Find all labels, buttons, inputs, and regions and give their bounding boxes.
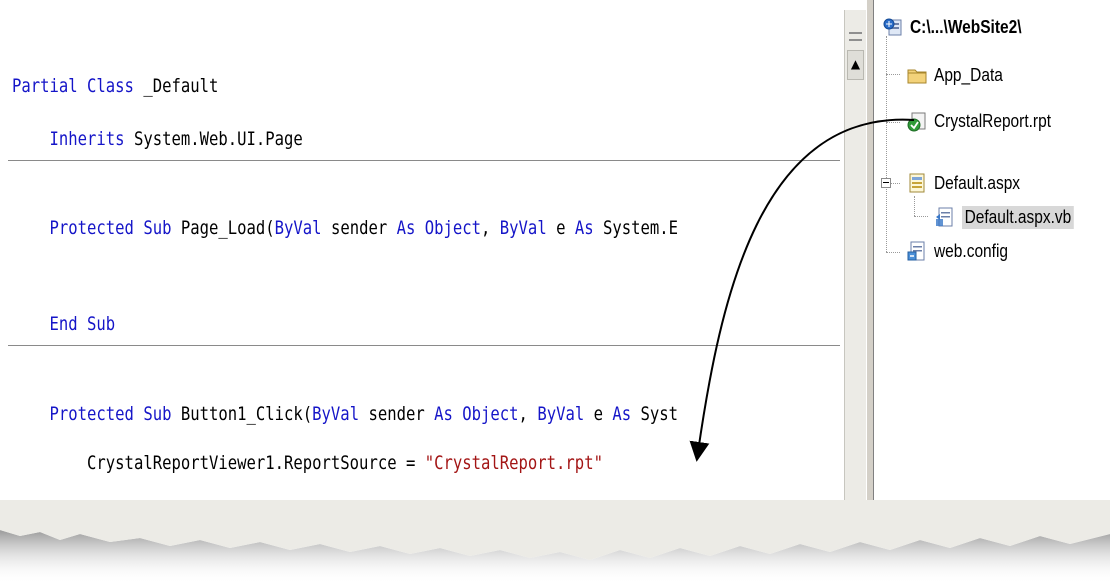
code-keyword: ByVal [274,217,322,239]
pane-divider[interactable] [866,0,874,530]
code-keyword: ByVal [537,403,585,425]
solution-icon [883,18,902,36]
screenshot-frame: Partial Class _Default Inherits System.W… [0,0,1110,584]
tree-item-label: App_Data [934,64,1003,85]
up-arrow-icon: ▲ [850,57,861,71]
tree-line [886,122,900,123]
tree-line [914,196,915,216]
config-file-icon [907,241,925,261]
vertical-scrollbar[interactable]: ▲ [844,10,867,530]
tree-item-label: CrystalReport.rpt [934,110,1052,131]
tree-line [886,252,900,253]
method-separator [8,160,840,161]
tree-root-label: C:\...\WebSite2\ [910,16,1022,37]
code-keyword: Protected Sub [12,403,172,425]
code-keyword: ByVal [312,403,360,425]
code-line[interactable]: End Sub [12,312,116,336]
code-text: Syst [631,403,679,425]
code-text: sender [321,217,397,239]
solution-explorer-tree[interactable]: C:\...\WebSite2\ App_Data CrystalReport.… [874,0,1110,530]
code-keyword: End Sub [12,313,116,335]
tree-item-app-data[interactable]: App_Data [906,60,1014,90]
method-separator [8,345,840,346]
code-text: System.Web.UI.Page [124,128,303,150]
tree-item-default-aspx[interactable]: Default.aspx [906,168,1034,198]
tree-item-crystalreport-rpt[interactable]: CrystalReport.rpt [906,106,1070,136]
code-keyword: ByVal [499,217,547,239]
code-text: e [546,217,575,239]
code-keyword: As [612,403,632,425]
splitter-grip[interactable] [849,32,862,41]
code-line[interactable]: CrystalReportViewer1.ReportSource = "Cry… [12,451,603,475]
crystal-report-icon [907,112,926,132]
code-keyword: Inherits [12,128,125,150]
code-text: sender [359,403,435,425]
code-line[interactable]: Partial Class _Default [12,74,218,98]
code-editor[interactable]: Partial Class _Default Inherits System.W… [8,10,840,530]
scroll-up-button[interactable]: ▲ [847,50,864,80]
tree-item-label: Default.aspx.vb [962,205,1074,229]
tree-item-default-aspx-vb[interactable]: Default.aspx.vb [934,202,1092,232]
code-text: , [518,403,538,425]
tree-line [914,216,928,217]
code-text: e [584,403,613,425]
tree-item-web-config[interactable]: web.config [906,236,1020,266]
vb-file-icon [936,207,953,227]
code-text: System.E [593,217,679,239]
tree-line [886,74,900,75]
web-form-icon [909,173,925,193]
code-line[interactable]: Inherits System.Web.UI.Page [12,127,303,151]
tree-line [891,183,900,184]
code-text: Page_Load( [171,217,275,239]
folder-icon [907,69,927,84]
tree-item-label: web.config [934,240,1009,261]
code-keyword: As Object [396,217,482,239]
code-text: , [481,217,500,239]
code-text: CrystalReportViewer1.ReportSource = [12,452,425,474]
torn-edge-decoration [0,500,1110,584]
code-text: Button1_Click( [171,403,313,425]
code-keyword: Protected Sub [12,217,172,239]
tree-line [886,36,887,252]
collapse-toggle[interactable] [881,178,891,188]
code-line[interactable]: Protected Sub Button1_Click(ByVal sender… [12,402,679,426]
tree-root-website[interactable]: C:\...\WebSite2\ [882,12,1040,42]
code-text: _Default [133,75,219,97]
code-keyword: As [574,217,594,239]
code-keyword: As Object [434,403,519,425]
code-line[interactable]: Protected Sub Page_Load(ByVal sender As … [12,216,679,240]
code-keyword: Partial Class [12,75,134,97]
tree-item-label: Default.aspx [934,172,1021,193]
code-string: "CrystalReport.rpt" [424,452,603,474]
